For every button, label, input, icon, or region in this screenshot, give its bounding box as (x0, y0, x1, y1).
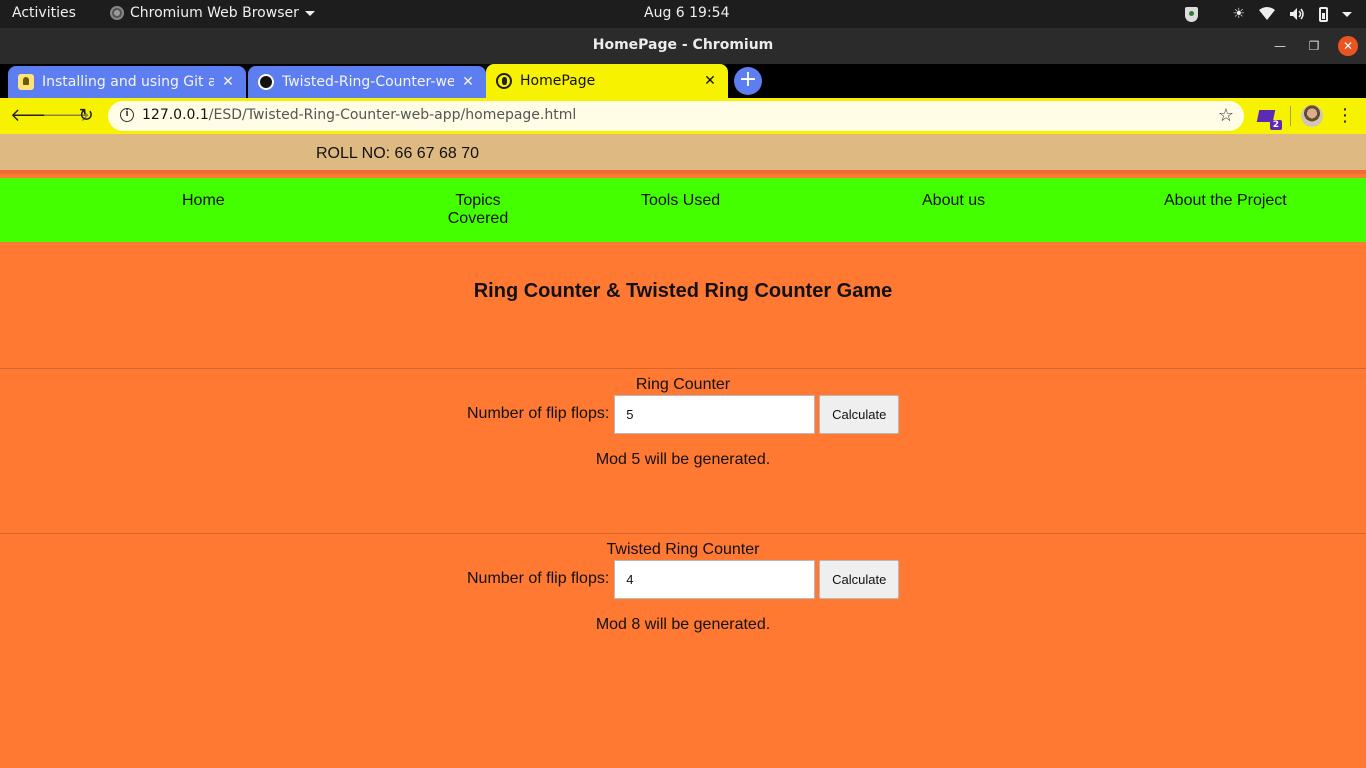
app-menu[interactable]: Chromium Web Browser (110, 5, 315, 21)
forward-arrow-icon[interactable]: 🡒 (42, 104, 90, 128)
wifi-icon[interactable] (1259, 7, 1275, 21)
close-tab-icon[interactable]: ✕ (460, 74, 476, 90)
system-tray[interactable]: ☀ (1185, 4, 1352, 24)
section-divider (0, 368, 1366, 369)
toolbar-divider (1290, 106, 1291, 126)
github-icon (258, 74, 274, 90)
info-icon[interactable]: i (120, 108, 134, 122)
tab-strip: Installing and using Git and ✕ Twisted-R… (0, 64, 1366, 98)
nav-topics-line1: Topics (455, 192, 501, 209)
ring-counter-form: Number of flip flops: Calculate (467, 394, 900, 434)
minimize-icon[interactable]: — (1270, 36, 1290, 56)
url-text[interactable]: 127.0.0.1/ESD/Twisted-Ring-Counter-web-a… (142, 107, 576, 123)
nav-home-link[interactable]: Home (182, 192, 225, 210)
window-title-bar: HomePage - Chromium — ❐ ✕ (0, 28, 1366, 64)
volume-icon[interactable] (1289, 7, 1305, 21)
roll-number-text: ROLL NO: 66 67 68 70 (316, 145, 480, 162)
brightness-icon[interactable]: ☀ (1232, 4, 1245, 24)
ring-counter-title: Ring Counter (635, 376, 731, 393)
nav-topics-line2: Covered (447, 210, 509, 227)
tab-title: Installing and using Git and (42, 74, 214, 90)
page-heading: Ring Counter & Twisted Ring Counter Game (473, 280, 893, 302)
close-tab-icon[interactable]: ✕ (220, 74, 236, 90)
tab-title: Twisted-Ring-Counter-web (282, 74, 454, 90)
tab-git-guide[interactable]: Installing and using Git and ✕ (8, 66, 246, 98)
system-menu-chevron-icon[interactable] (1342, 11, 1352, 17)
extension-badge: 2 (1269, 120, 1282, 130)
nav-topics-covered-link[interactable]: Topics Covered (446, 192, 510, 228)
twisted-calculate-button[interactable]: Calculate (819, 559, 900, 599)
graduation-cap-extension-icon[interactable]: 2 (1256, 106, 1282, 130)
back-arrow-icon[interactable]: 🡐 (10, 104, 58, 128)
twisted-flip-flops-input[interactable] (614, 559, 816, 599)
window-title: HomePage - Chromium (592, 37, 774, 53)
twisted-ring-counter-title: Twisted Ring Counter (606, 541, 760, 558)
chevron-down-icon (304, 10, 315, 16)
site-nav-bar: Home Topics Covered Tools Used About us … (0, 178, 1366, 242)
profile-avatar[interactable] (1301, 105, 1323, 127)
close-tab-icon[interactable]: ✕ (702, 73, 718, 89)
system-top-bar: Activities Chromium Web Browser Aug 6 19… (0, 0, 1366, 28)
ring-calculate-button[interactable]: Calculate (819, 394, 900, 434)
shield-icon[interactable] (1185, 6, 1199, 22)
close-window-icon[interactable]: ✕ (1338, 36, 1358, 56)
activities-button[interactable]: Activities (12, 5, 76, 21)
app-menu-label: Chromium Web Browser (130, 5, 299, 21)
reload-icon[interactable]: ↻ (74, 104, 98, 128)
bookmark-star-icon[interactable]: ☆ (1218, 105, 1234, 126)
chromium-icon (110, 6, 124, 20)
section-divider (0, 533, 1366, 534)
twisted-flip-flops-label: Number of flip flops: (467, 570, 610, 587)
browser-toolbar: 🡐 🡒 ↻ i 127.0.0.1/ESD/Twisted-Ring-Count… (0, 98, 1366, 134)
roll-number-bar: ROLL NO: 66 67 68 70 (0, 134, 1366, 174)
ring-flip-flops-input[interactable] (614, 394, 816, 434)
globe-icon (496, 73, 512, 89)
clock[interactable]: Aug 6 19:54 (644, 5, 730, 21)
tab-homepage[interactable]: HomePage ✕ (486, 64, 728, 98)
menu-kebab-icon[interactable]: ⋮ (1336, 104, 1354, 128)
tab-title: HomePage (520, 73, 596, 89)
ring-flip-flops-label: Number of flip flops: (467, 405, 610, 422)
address-bar[interactable]: i 127.0.0.1/ESD/Twisted-Ring-Counter-web… (108, 101, 1244, 131)
nav-about-us-link[interactable]: About us (922, 192, 985, 210)
web-page: ROLL NO: 66 67 68 70 Home Topics Covered… (0, 134, 1366, 768)
tab-github-repo[interactable]: Twisted-Ring-Counter-web ✕ (248, 66, 486, 98)
twisted-ring-counter-form: Number of flip flops: Calculate (467, 559, 900, 599)
lightbulb-icon (18, 74, 34, 90)
nav-tools-used-link[interactable]: Tools Used (641, 192, 720, 210)
new-tab-button[interactable]: + (734, 67, 762, 95)
maximize-icon[interactable]: ❐ (1304, 36, 1324, 56)
battery-icon[interactable] (1319, 6, 1328, 22)
nav-about-project-link[interactable]: About the Project (1164, 192, 1287, 210)
ring-result-text: Mod 5 will be generated. (595, 451, 771, 468)
twisted-result-text: Mod 8 will be generated. (595, 616, 771, 633)
